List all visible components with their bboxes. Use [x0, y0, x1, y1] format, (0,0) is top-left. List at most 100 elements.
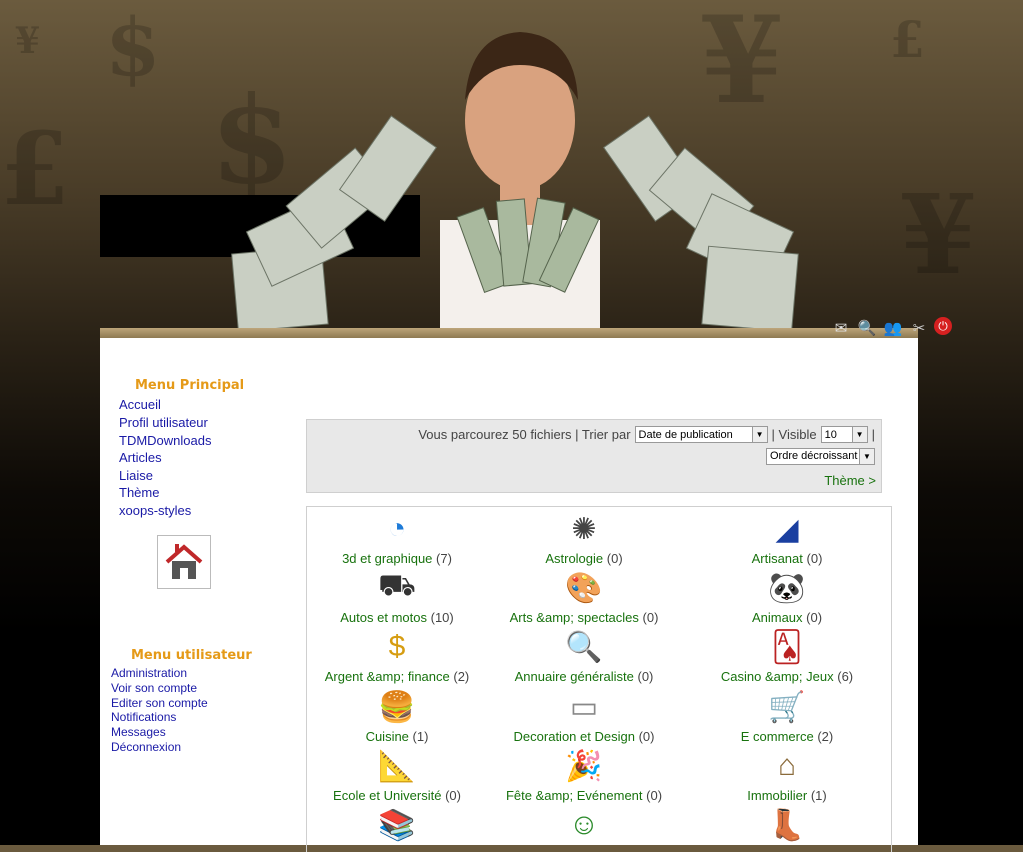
user-toolbar: ✉ 🔍 👥 ✂ ⏻: [830, 317, 952, 339]
category-item[interactable]: $ Argent &amp; finance (2): [302, 625, 492, 684]
category-item[interactable]: 📐 Ecole et Université (0): [302, 744, 492, 804]
bg-symbol: ¥: [15, 20, 41, 62]
user-link-administration[interactable]: Administration: [111, 666, 187, 680]
category-item[interactable]: 🎨 Arts &amp; spectacles (0): [489, 566, 679, 626]
category-item[interactable]: 🂡 Casino &amp; Jeux (6): [692, 625, 882, 685]
ruler-icon[interactable]: 📐: [375, 744, 419, 788]
house-icon[interactable]: ⌂: [765, 744, 809, 788]
sort-select-value: Date de publication: [638, 428, 733, 441]
category-item[interactable]: ☺: [489, 803, 679, 847]
books-icon[interactable]: 📚: [375, 803, 419, 847]
category-label[interactable]: Autos et motos: [340, 610, 427, 625]
cards-icon[interactable]: 🂡: [765, 625, 809, 669]
burger-icon[interactable]: 🍔: [375, 685, 419, 729]
visible-label: | Visible: [771, 427, 817, 442]
category-count: (1): [412, 729, 429, 744]
kid-icon[interactable]: ☺: [562, 803, 606, 847]
sofa-icon[interactable]: ▭: [562, 685, 606, 729]
category-grid: ◔ 3d et graphique (7) ✺ Astrologie (0) ◢ Arti…: [306, 506, 892, 852]
filter-row: Vous parcourez 50 fichiers | Trier par D…: [418, 426, 875, 443]
party-icon[interactable]: 🎉: [562, 744, 606, 788]
order-select[interactable]: Ordre décroissant ▼: [766, 447, 875, 465]
category-count: (6): [837, 669, 854, 684]
menu-link-xoops-styles[interactable]: xoops-styles: [119, 503, 191, 518]
magnifier-icon[interactable]: 🔍: [562, 625, 606, 669]
visible-select[interactable]: 10 ▼: [820, 426, 868, 443]
menu-link-liaise[interactable]: Liaise: [119, 468, 153, 483]
category-item[interactable]: ◢ Artisanat (0): [692, 507, 882, 567]
category-label[interactable]: Casino &amp; Jeux: [721, 669, 834, 684]
category-item[interactable]: 🔍 Annuaire généraliste (0): [489, 625, 679, 685]
category-label[interactable]: Immobilier: [747, 788, 807, 803]
category-label[interactable]: Arts &amp; spectacles: [510, 610, 639, 625]
category-item[interactable]: 📚: [302, 803, 492, 847]
user-link-messages[interactable]: Messages: [111, 725, 166, 739]
category-count: (0): [638, 729, 655, 744]
category-label[interactable]: Cuisine: [366, 729, 409, 744]
category-label[interactable]: 3d et graphique: [342, 551, 432, 566]
category-item[interactable]: ◔ 3d et graphique (7): [302, 507, 492, 566]
category-count: (0): [637, 669, 654, 684]
menu-link-theme[interactable]: Thème: [119, 485, 159, 500]
category-count: (0): [806, 610, 823, 625]
category-label[interactable]: Ecole et Université: [333, 788, 441, 803]
category-count: (0): [642, 610, 659, 625]
header-bottom-strip: [100, 328, 918, 338]
category-item[interactable]: 🎉 Fête &amp; Evénement (0): [489, 744, 679, 804]
category-item[interactable]: 🛒 E commerce (2): [692, 685, 882, 745]
home-icon: [165, 544, 203, 579]
menu-link-tdmdownloads[interactable]: TDMDownloads: [119, 433, 211, 448]
category-item[interactable]: 🍔 Cuisine (1): [302, 685, 492, 745]
user-link-deconnexion[interactable]: Déconnexion: [111, 740, 181, 754]
category-count: (0): [806, 551, 823, 566]
category-label[interactable]: Annuaire généraliste: [515, 669, 634, 684]
boot-icon[interactable]: 👢: [765, 803, 809, 847]
craft-icon[interactable]: ◢: [765, 507, 809, 551]
user-link-voir-compte[interactable]: Voir son compte: [111, 681, 197, 695]
category-item[interactable]: ⌂ Immobilier (1): [692, 744, 882, 803]
home-button[interactable]: [157, 535, 211, 589]
users-icon[interactable]: 👥: [882, 317, 904, 339]
tools-icon[interactable]: ✂: [908, 317, 930, 339]
person-illustration: [440, 32, 600, 330]
category-label[interactable]: Artisanat: [752, 551, 803, 566]
power-icon[interactable]: ⏻: [934, 317, 952, 335]
panda-icon[interactable]: 🐼: [765, 566, 809, 610]
money-icon[interactable]: $: [375, 625, 419, 669]
cart-icon[interactable]: 🛒: [765, 685, 809, 729]
category-label[interactable]: Animaux: [752, 610, 803, 625]
search-icon[interactable]: 🔍: [856, 317, 878, 339]
palette-icon[interactable]: 🎨: [562, 566, 606, 610]
category-label[interactable]: Argent &amp; finance: [325, 669, 450, 684]
category-count: (10): [430, 610, 454, 625]
menu-link-profil[interactable]: Profil utilisateur: [119, 415, 208, 430]
bg-symbol: ¥: [900, 170, 977, 299]
crab-icon[interactable]: ✺: [562, 507, 606, 551]
chevron-down-icon: ▼: [751, 427, 767, 442]
trailing-separator: |: [871, 427, 875, 442]
bg-symbol: £: [890, 10, 925, 69]
menu-link-accueil[interactable]: Accueil: [119, 397, 161, 412]
category-item[interactable]: ✺ Astrologie (0): [489, 507, 679, 567]
user-link-notifications[interactable]: Notifications: [111, 710, 176, 724]
category-count: (0): [606, 551, 623, 566]
mail-icon[interactable]: ✉: [830, 317, 852, 339]
user-link-editer-compte[interactable]: Editer son compte: [111, 696, 208, 710]
category-item[interactable]: ⛟ Autos et motos (10): [302, 566, 492, 625]
motorcycle-icon[interactable]: ⛟: [375, 566, 419, 610]
category-count: (0): [646, 788, 663, 803]
chevron-down-icon: ▼: [851, 427, 867, 442]
browsing-text: Vous parcourez 50 fichiers | Trier par: [418, 427, 631, 442]
sort-select[interactable]: Date de publication ▼: [634, 426, 768, 443]
category-label[interactable]: Decoration et Design: [514, 729, 635, 744]
category-label[interactable]: E commerce: [741, 729, 814, 744]
category-item[interactable]: ▭ Decoration et Design (0): [489, 685, 679, 745]
theme-link[interactable]: Thème >: [824, 473, 876, 488]
category-label[interactable]: Fête &amp; Evénement: [506, 788, 643, 803]
category-item[interactable]: 👢: [692, 803, 882, 847]
menu-link-articles[interactable]: Articles: [119, 450, 162, 465]
category-label[interactable]: Astrologie: [545, 551, 603, 566]
category-count: (7): [436, 551, 452, 566]
pie-chart-icon[interactable]: ◔: [375, 507, 419, 551]
category-item[interactable]: 🐼 Animaux (0): [692, 566, 882, 626]
